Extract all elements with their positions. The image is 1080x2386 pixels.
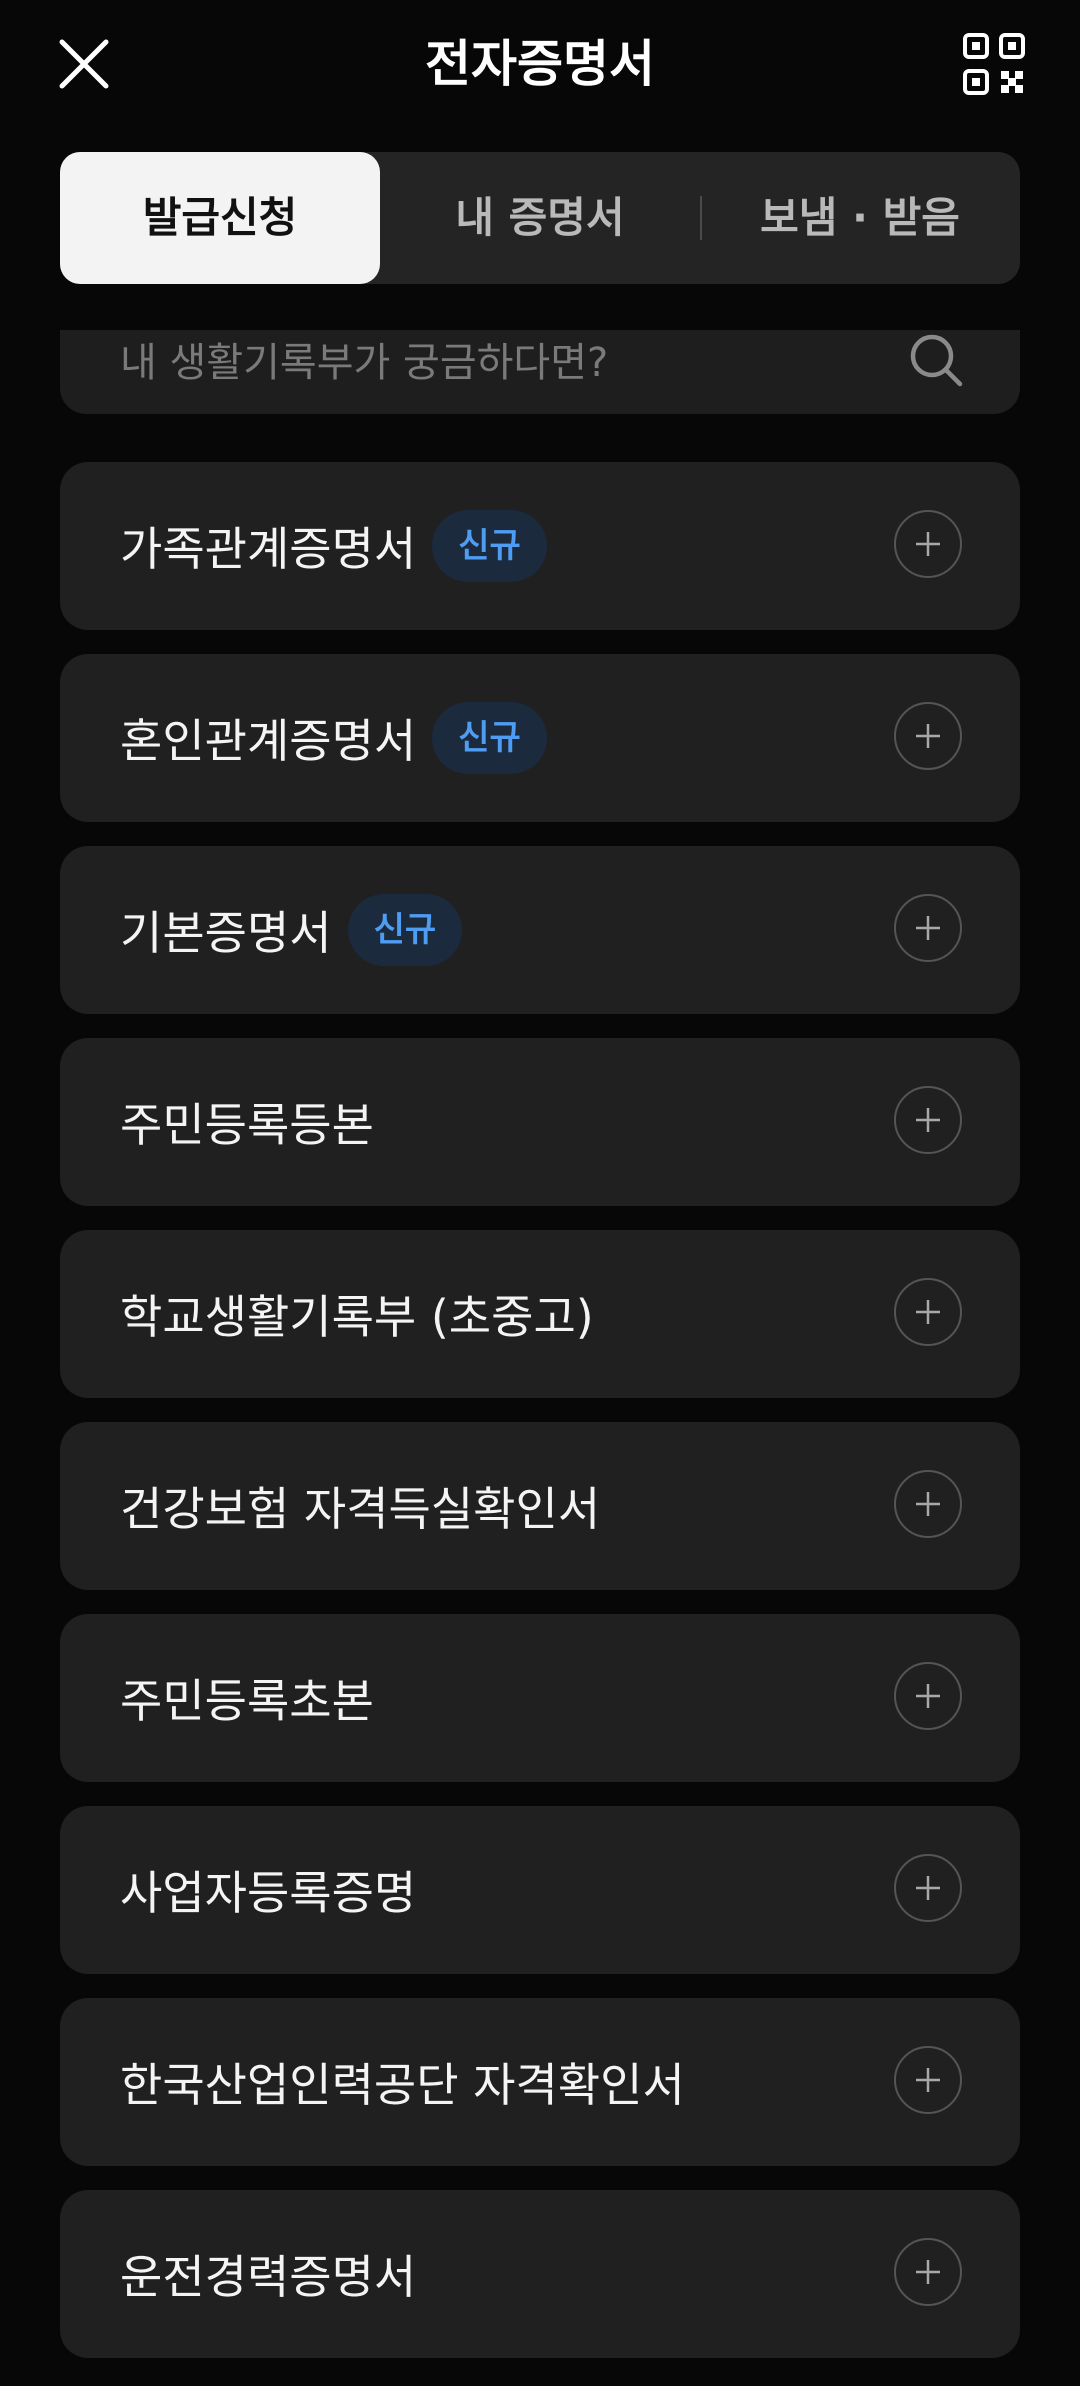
certificate-list: 가족관계증명서 신규 혼인관계증명서 신규 기본증명서 신규 주민등록등본 학교… [60,462,1020,2382]
add-button[interactable] [894,1854,962,1922]
list-item[interactable]: 혼인관계증명서 신규 [60,654,1020,822]
search-input[interactable] [120,330,880,398]
item-label: 주민등록초본 [120,1674,374,1728]
list-item[interactable]: 가족관계증명서 신규 [60,462,1020,630]
list-item[interactable]: 주민등록초본 [60,1614,1020,1782]
new-badge: 신규 [347,894,463,966]
list-item[interactable]: 운전경력증명서 [60,2190,1020,2358]
plus-icon [916,1876,940,1900]
tab-issue-request[interactable]: 발급신청 [60,152,380,284]
plus-icon [916,1684,940,1708]
plus-icon [916,1108,940,1132]
item-label: 한국산업인력공단 자격확인서 [120,2058,685,2112]
list-item[interactable]: 건강보험 자격득실확인서 [60,1422,1020,1590]
list-item[interactable]: 기본증명서 신규 [60,846,1020,1014]
close-icon [59,39,109,89]
list-item[interactable]: 학교생활기록부 (초중고) [60,1230,1020,1398]
close-button[interactable] [48,28,120,100]
plus-icon [916,2260,940,2284]
item-label: 혼인관계증명서 [120,714,417,768]
new-badge: 신규 [432,702,547,774]
add-button[interactable] [894,510,962,578]
item-label: 학교생활기록부 (초중고) [120,1290,594,1344]
add-button[interactable] [894,1278,962,1346]
add-button[interactable] [894,2046,962,2114]
plus-icon [916,916,940,940]
search-bar[interactable] [60,330,1020,414]
add-button[interactable] [894,702,962,770]
segmented-tabs: 발급신청 내 증명서 보냄 · 받음 [60,152,1020,284]
tab-sent-received[interactable]: 보냄 · 받음 [700,152,1020,284]
search-area [60,330,1020,414]
tab-my-certificates[interactable]: 내 증명서 [380,152,700,284]
add-button[interactable] [894,2238,962,2306]
item-label: 기본증명서 [120,906,332,960]
plus-icon [916,2068,940,2092]
plus-icon [916,1300,940,1324]
search-icon[interactable] [906,330,966,390]
add-button[interactable] [894,894,962,962]
list-item[interactable]: 주민등록등본 [60,1038,1020,1206]
item-label: 주민등록등본 [120,1098,374,1152]
item-label: 가족관계증명서 [120,522,417,576]
item-label: 사업자등록증명 [120,1866,417,1920]
plus-icon [916,1492,940,1516]
tab-divider [700,196,702,240]
qr-code-icon [963,33,1025,95]
add-button[interactable] [894,1662,962,1730]
add-button[interactable] [894,1086,962,1154]
plus-icon [916,724,940,748]
item-label: 건강보험 자격득실확인서 [120,1482,601,1536]
header: 전자증명서 [0,0,1080,130]
page-title: 전자증명서 [425,35,655,93]
list-item[interactable]: 사업자등록증명 [60,1806,1020,1974]
item-label: 운전경력증명서 [120,2250,417,2304]
qr-scan-button[interactable] [956,26,1032,102]
plus-icon [916,532,940,556]
new-badge: 신규 [432,510,547,582]
add-button[interactable] [894,1470,962,1538]
list-item[interactable]: 한국산업인력공단 자격확인서 [60,1998,1020,2166]
